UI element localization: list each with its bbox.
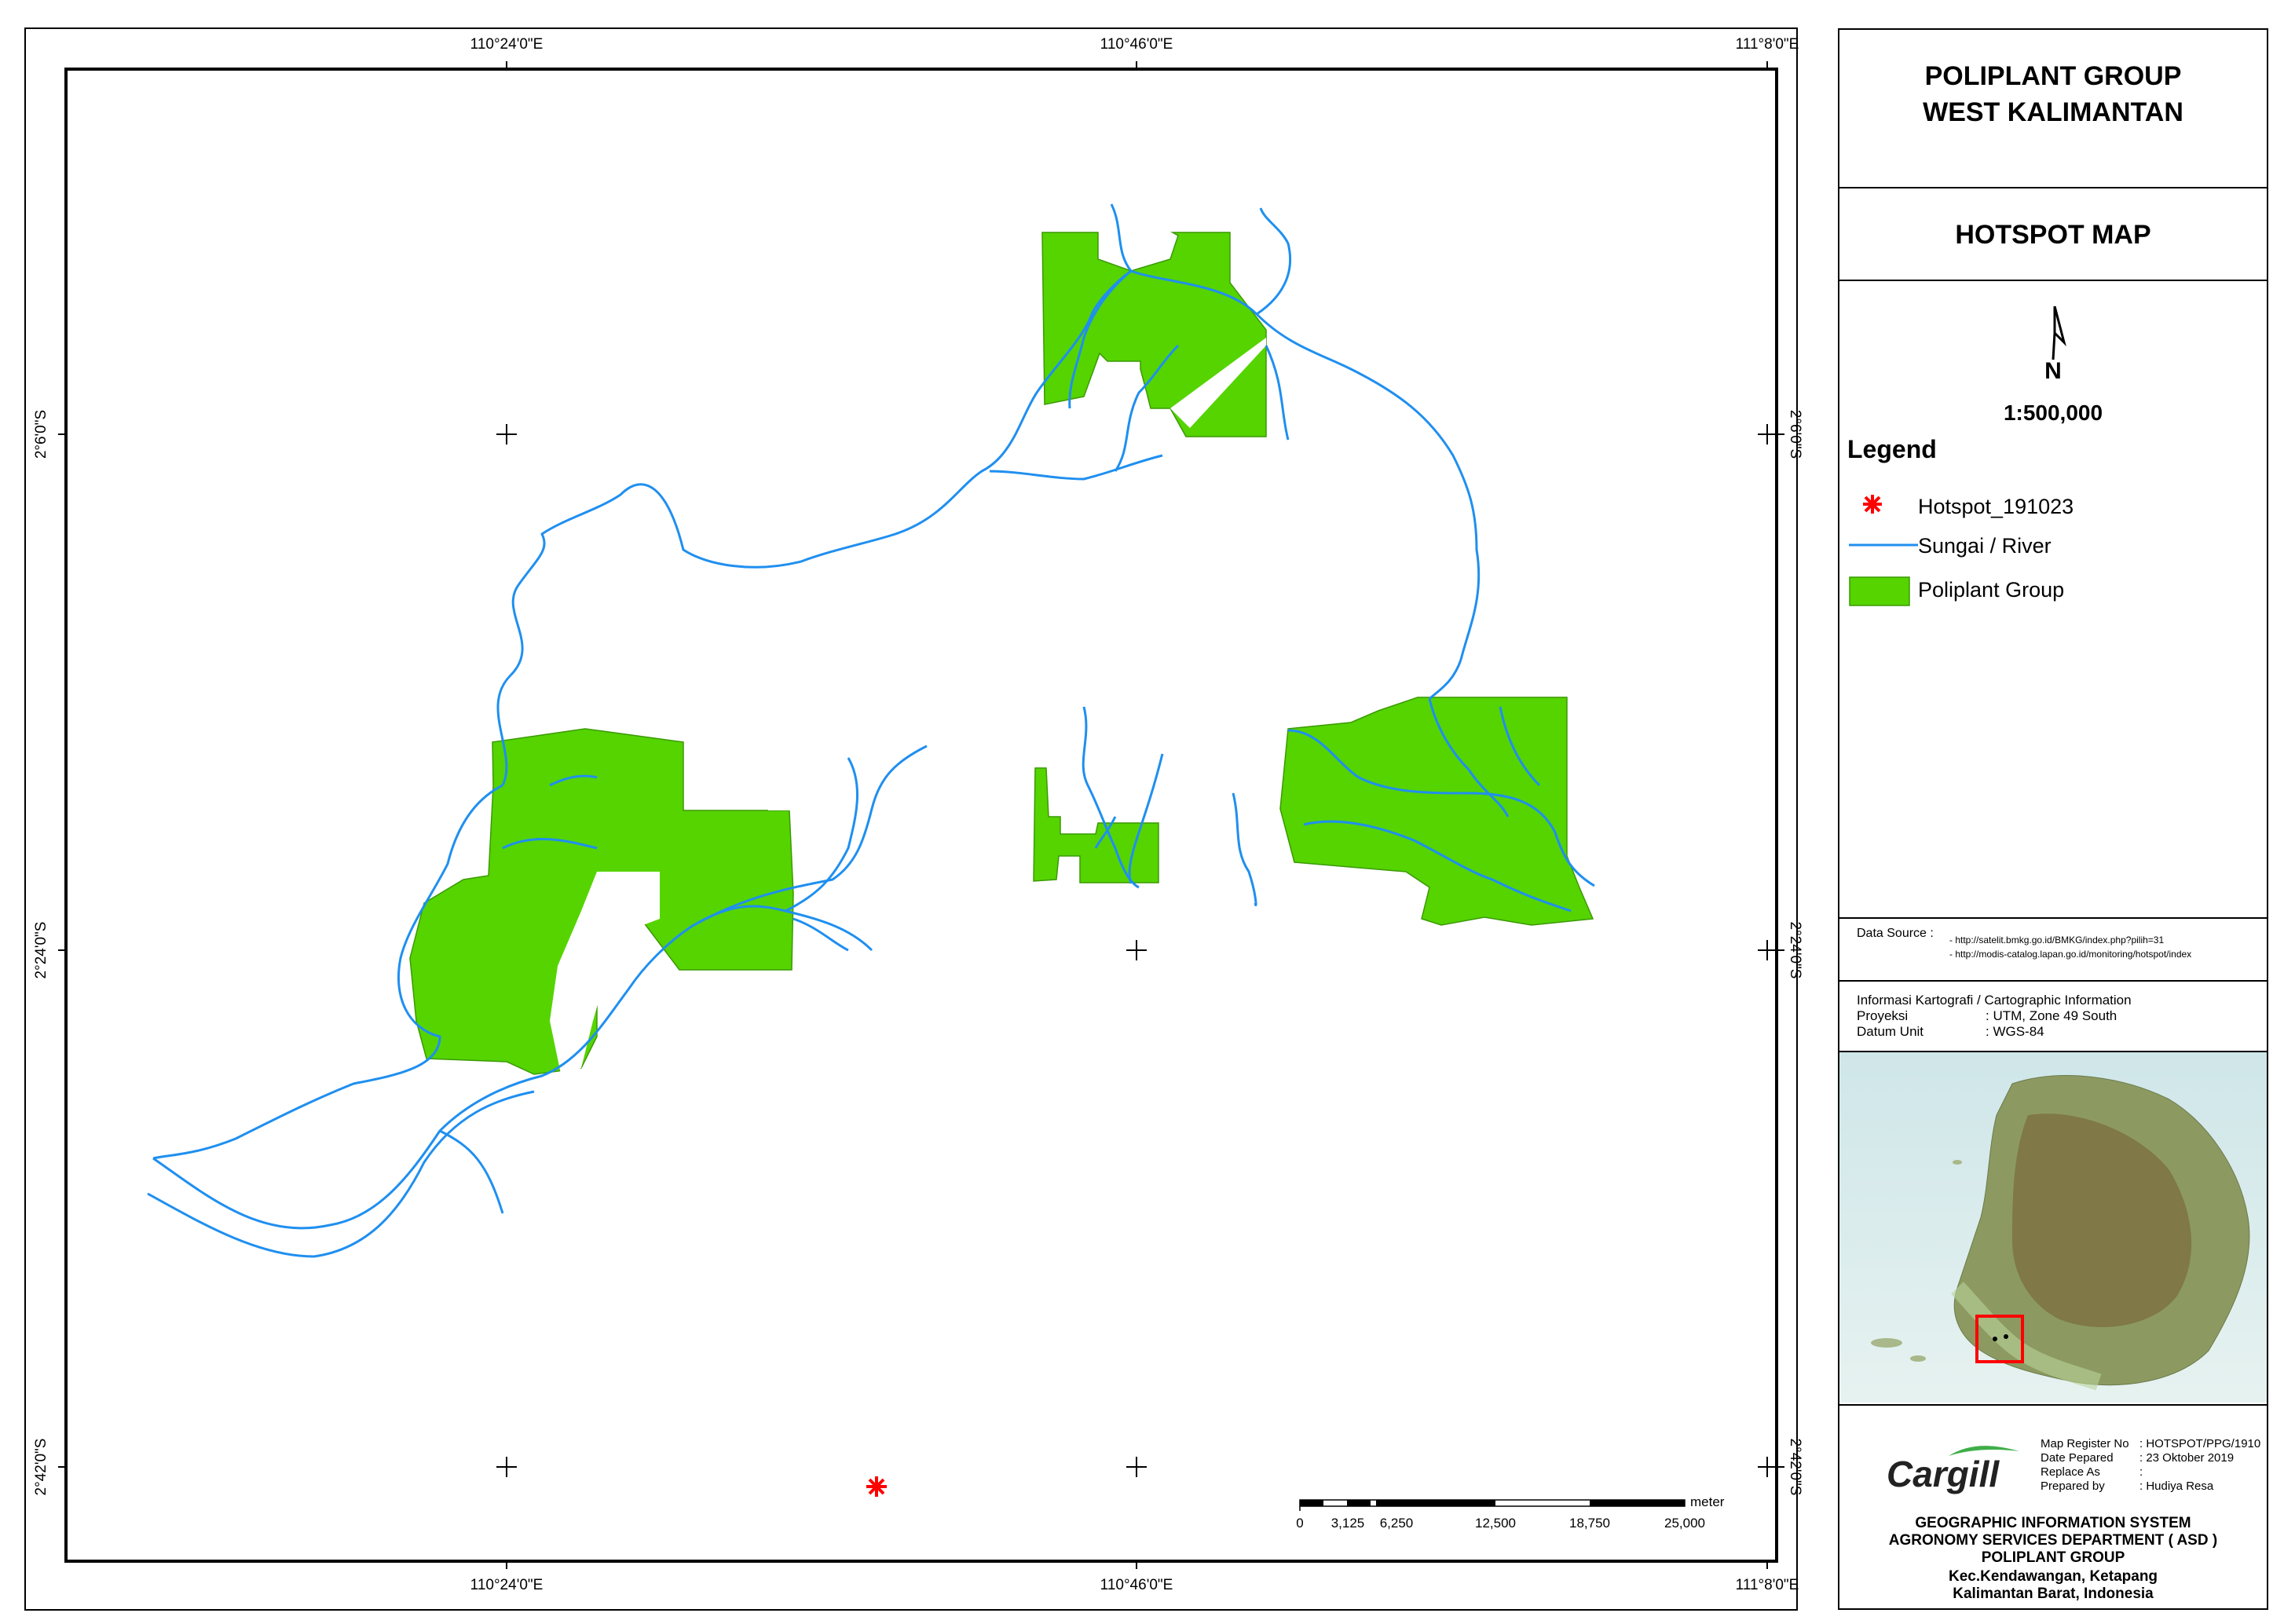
carto-value-datum: : WGS-84	[1986, 1024, 2044, 1039]
footer-line-4: Kec.Kendawangan, Ketapang	[1948, 1568, 2158, 1585]
map-title-line-2: WEST KALIMANTAN	[1923, 97, 2183, 127]
north-letter: N	[2044, 358, 2062, 384]
coord-label-left-3: 2°42'0"S	[33, 1439, 49, 1496]
carto-heading: Informasi Kartografi / Cartographic Info…	[1857, 993, 2132, 1008]
legend-item-plantation: Poliplant Group	[1918, 578, 2065, 602]
coord-label-bottom-2: 110°46'0"E	[1100, 1577, 1173, 1593]
data-source-label: Data Source :	[1857, 927, 1934, 940]
coord-label-right-2: 2°24'0"S	[1787, 922, 1803, 979]
coord-label-top-1: 110°24'0"E	[470, 36, 544, 53]
plantation-legend-icon	[1849, 576, 1910, 606]
map-subtitle: HOTSPOT MAP	[1839, 187, 2267, 280]
meta-value-register: : HOTSPOT/PPG/1910	[2139, 1437, 2261, 1450]
coord-label-left-2: 2°24'0"S	[33, 922, 49, 979]
river-main-west-2	[147, 1090, 535, 1258]
scale-bar-unit: meter	[1690, 1494, 1725, 1509]
map-scale-bar: 0 3,125 6,250 12,500 18,750 25,000 meter	[1296, 1494, 1725, 1531]
meta-value-replace: :	[2139, 1465, 2143, 1479]
legend: Legend Hotspot_191023 Sungai / River Pol…	[1839, 399, 2267, 917]
scale-bar-label-1: 3,125	[1331, 1516, 1365, 1531]
coord-label-top-2: 110°46'0"E	[1100, 36, 1173, 53]
plantation-north[interactable]	[1041, 232, 1267, 437]
coord-label-right-1: 2°6'0"S	[1787, 410, 1803, 459]
coord-label-right-3: 2°42'0"S	[1787, 1439, 1803, 1496]
map-canvas[interactable]: 110°24'0"E 110°46'0"E 111°8'0"E 110°24'0…	[0, 0, 1806, 1624]
data-source-block: Data Source : - http://satelit.bmkg.go.i…	[1839, 917, 2267, 980]
river-north-trib-2	[1256, 207, 1292, 316]
cargill-leaf-icon	[1949, 1446, 2019, 1456]
legend-item-river: Sungai / River	[1918, 534, 2052, 558]
legend-item-hotspot: Hotspot_191023	[1918, 495, 2074, 518]
scale-bar-label-5: 25,000	[1664, 1516, 1705, 1531]
plantation-gaps	[550, 338, 1266, 1077]
carto-key-datum: Datum Unit	[1857, 1024, 1924, 1039]
inset-map-image	[1839, 1052, 2267, 1403]
footer-block: Cargill Map Register No : HOTSPOT/PPG/19…	[1839, 1404, 2267, 1610]
cartographic-info: Informasi Kartografi / Cartographic Info…	[1839, 980, 2267, 1051]
map-title-block: POLIPLANT GROUP WEST KALIMANTAN	[1839, 58, 2267, 130]
footer-line-2: AGRONOMY SERVICES DEPARTMENT ( ASD )	[1888, 1532, 2218, 1549]
meta-value-date: : 23 Oktober 2019	[2139, 1451, 2235, 1465]
coord-label-left-1: 2°6'0"S	[33, 410, 49, 459]
plantation-gap-west-2	[768, 768, 795, 810]
data-source-url-2: - http://modis-catalog.lapan.go.id/monit…	[1949, 949, 2192, 960]
river-north-trib-3	[1265, 345, 1290, 441]
meta-key-replace: Replace As	[2041, 1465, 2100, 1479]
meta-key-register: Map Register No	[2041, 1437, 2129, 1450]
footer-line-1: GEOGRAPHIC INFORMATION SYSTEM	[1915, 1515, 2191, 1531]
river-north-trib-6	[989, 454, 1163, 481]
footer-line-5: Kalimantan Barat, Indonesia	[1953, 1586, 2154, 1602]
river-east-west-branch	[1232, 792, 1257, 906]
meta-key-date: Date Pepared	[2041, 1451, 2114, 1465]
footer-line-3: POLIPLANT GROUP	[1981, 1549, 2125, 1566]
coord-label-top-3: 111°8'0"E	[1736, 36, 1799, 53]
coord-label-bottom-3: 111°8'0"E	[1736, 1577, 1799, 1593]
river-main-north	[496, 269, 1481, 786]
scale-bar-label-4: 18,750	[1569, 1516, 1610, 1531]
map-title-line-1: POLIPLANT GROUP	[1924, 61, 2182, 91]
coord-label-bottom-1: 110°24'0"E	[470, 1577, 544, 1593]
scale-bar-label-3: 12,500	[1475, 1516, 1516, 1531]
scale-bar-label-0: 0	[1296, 1516, 1303, 1531]
meta-value-prepared: : Hudiya Resa	[2139, 1480, 2214, 1493]
inset-map[interactable]	[1839, 1051, 2267, 1404]
river-west-trib-1	[439, 1129, 504, 1214]
plantation-east[interactable]	[1279, 697, 1594, 926]
river-north-trib-1	[1110, 203, 1133, 272]
river-legend-icon	[1849, 543, 1918, 547]
plantation-central[interactable]	[1033, 767, 1159, 883]
carto-key-projection: Proyeksi	[1857, 1008, 1909, 1023]
data-source-url-1: - http://satelit.bmkg.go.id/BMKG/index.p…	[1949, 935, 2165, 946]
hotspot-legend-icon	[1863, 495, 1882, 514]
carto-value-projection: : UTM, Zone 49 South	[1986, 1008, 2117, 1023]
meta-key-prepared: Prepared by	[2041, 1480, 2105, 1493]
hotspot-marker[interactable]	[866, 1476, 887, 1497]
side-panel: POLIPLANT GROUP WEST KALIMANTAN HOTSPOT …	[1838, 28, 2268, 1610]
river-west-trib-4	[792, 917, 849, 952]
legend-title: Legend	[1847, 435, 1937, 463]
scale-bar-label-2: 6,250	[1380, 1516, 1414, 1531]
